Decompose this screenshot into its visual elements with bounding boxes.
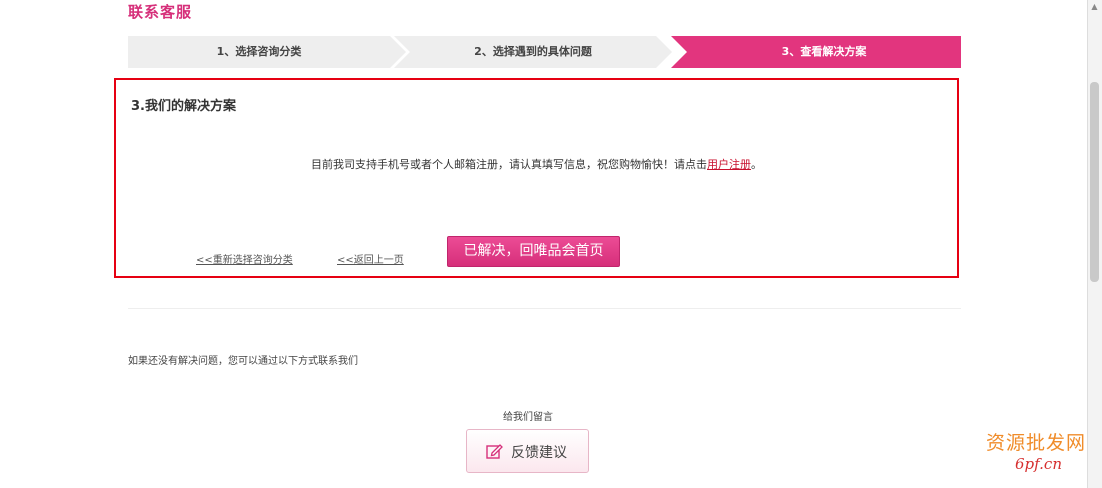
leave-message-label: 给我们留言 xyxy=(503,412,553,423)
step-3-label: 3、查看解决方案 xyxy=(781,45,867,58)
back-link[interactable]: <<返回上一页 xyxy=(337,251,404,266)
help-text: 如果还没有解决问题，您可以通过以下方式联系我们 xyxy=(128,356,358,367)
step-1-label[interactable]: 1、选择咨询分类 xyxy=(128,36,390,68)
divider xyxy=(128,308,961,309)
watermark-text: 资源批发网 xyxy=(986,432,1087,454)
feedback-button[interactable]: 反馈建议 xyxy=(466,429,589,473)
solution-text-end: 。 xyxy=(751,158,762,171)
feedback-button-label: 反馈建议 xyxy=(511,445,567,461)
register-link[interactable]: 用户注册 xyxy=(707,158,751,171)
reselect-category-link[interactable]: <<重新选择咨询分类 xyxy=(196,251,293,266)
step-2-label[interactable]: 2、选择遇到的具体问题 xyxy=(410,36,656,68)
solution-text: 目前我司支持手机号或者个人邮箱注册，请认真填写信息，祝您购物愉快！请点击用户注册… xyxy=(116,156,957,172)
step-progress-bar: 1、选择咨询分类 2、选择遇到的具体问题 3、查看解决方案 xyxy=(128,36,961,68)
page-title: 联系客服 xyxy=(128,3,193,21)
scroll-up-icon[interactable]: ▲ xyxy=(1090,2,1099,12)
solution-heading: 3.我们的解决方案 xyxy=(131,99,236,114)
scroll-thumb[interactable] xyxy=(1090,82,1099,282)
watermark-url: 6pf.cn xyxy=(1015,455,1062,473)
solution-panel: 3.我们的解决方案 目前我司支持手机号或者个人邮箱注册，请认真填写信息，祝您购物… xyxy=(114,78,959,278)
solution-text-body: 目前我司支持手机号或者个人邮箱注册，请认真填写信息，祝您购物愉快！请点击 xyxy=(311,158,707,171)
edit-icon xyxy=(486,443,503,464)
resolved-button[interactable]: 已解决，回唯品会首页 xyxy=(447,236,620,267)
vertical-scrollbar[interactable]: ▲ xyxy=(1087,0,1102,488)
